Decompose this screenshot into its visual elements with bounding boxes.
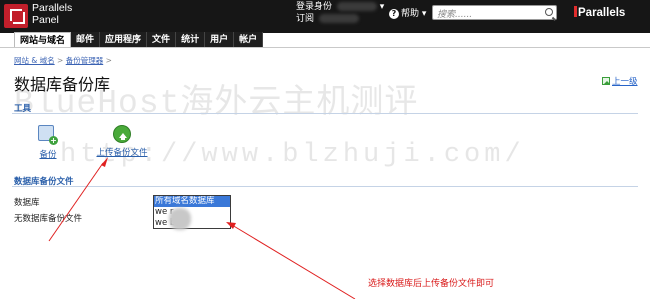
tab-websites-domains[interactable]: 网站与域名 <box>14 32 72 48</box>
upload-backup-link[interactable]: 上传备份文件 <box>93 146 151 158</box>
brand-text: Parallels <box>578 7 626 19</box>
db-option-3[interactable]: we b <box>154 218 230 229</box>
product-logo[interactable]: Parallels Panel <box>32 2 72 26</box>
arrow-line-select <box>231 224 356 299</box>
breadcrumb: 网站 & 域名 > 备份管理器 > <box>14 55 112 66</box>
db-names-blur <box>169 208 191 230</box>
parallels-brand: Parallels <box>574 6 625 19</box>
subscription-label: 订阅 <box>296 14 315 24</box>
backup-link[interactable]: 备份 <box>36 148 60 160</box>
files-section-divider <box>12 186 638 187</box>
search-icon[interactable] <box>545 8 553 16</box>
tab-files[interactable]: 文件 <box>147 32 177 48</box>
breadcrumb-separator-trailing: > <box>105 56 112 65</box>
watermark-line1: BlueHost海外云主机测评 <box>14 85 419 122</box>
up-level-link[interactable]: 上一级 <box>602 75 638 87</box>
help-label: 帮助 <box>401 9 420 19</box>
search-placeholder: 搜索...... <box>437 10 473 20</box>
tab-divider <box>0 47 650 48</box>
tab-applications[interactable]: 应用程序 <box>100 32 148 48</box>
annotation-text: 选择数据库后上传备份文件即可 <box>368 279 495 289</box>
subscription-blurred[interactable] <box>318 14 359 23</box>
breadcrumb-websites[interactable]: 网站 & 域名 <box>14 56 55 65</box>
top-bar: Parallels Panel 登录身份 ▾ 订阅 ? 帮助 ▾ 搜索......… <box>0 0 650 33</box>
main-tabs: 网站与域名 邮件 应用程序 文件 统计 用户 帐户 <box>14 32 264 48</box>
up-arrow-icon <box>602 77 610 85</box>
logo-line2: Panel <box>32 14 59 26</box>
search-input[interactable]: 搜索...... <box>432 5 557 20</box>
username-blurred[interactable] <box>336 2 377 11</box>
up-level-label: 上一级 <box>612 77 638 87</box>
help-icon: ? <box>389 9 399 19</box>
upload-icon <box>113 125 131 143</box>
db-option-2[interactable]: we r <box>154 207 230 218</box>
tab-users[interactable]: 用户 <box>205 32 235 48</box>
parallels-logo-icon <box>4 4 28 28</box>
database-select[interactable]: 所有域名数据库 we r we b <box>153 195 231 229</box>
db-option-all[interactable]: 所有域名数据库 <box>154 196 230 207</box>
tab-account[interactable]: 帐户 <box>234 32 264 48</box>
backup-disk-icon: + <box>38 125 58 145</box>
tab-statistics[interactable]: 统计 <box>176 32 206 48</box>
database-label: 数据库 <box>14 198 40 208</box>
help-menu[interactable]: ? 帮助 ▾ <box>389 6 426 19</box>
brand-bars-icon <box>574 6 577 17</box>
login-label: 登录身份 <box>296 2 333 12</box>
user-info: 登录身份 ▾ 订阅 <box>296 2 385 24</box>
tools-section-divider <box>12 113 638 114</box>
backup-tool[interactable]: + 备份 <box>36 125 60 160</box>
upload-backup-tool[interactable]: 上传备份文件 <box>93 125 151 158</box>
tab-mail[interactable]: 邮件 <box>71 32 101 48</box>
no-backup-files-label: 无数据库备份文件 <box>14 214 83 224</box>
breadcrumb-backup-manager[interactable]: 备份管理器 <box>66 56 104 65</box>
logo-line1: Parallels <box>32 2 73 14</box>
breadcrumb-separator: > <box>57 56 64 65</box>
